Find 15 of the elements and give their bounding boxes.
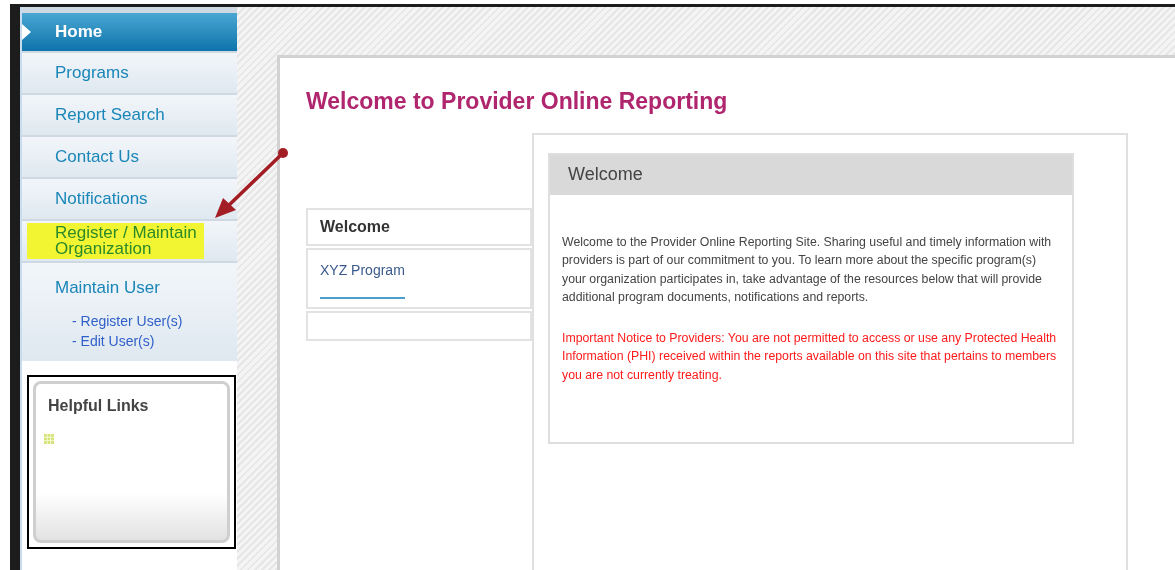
welcome-text: Welcome to the Provider Online Reporting Site. Sharing useful and timely information with providers is part of our commitment to you. To learn more about the specific program(s) your organization participates in, take advantage of the resources below that will provide additional program documents, notifications and reports. <box>562 233 1053 306</box>
nav-item[interactable]: Maintain User <box>55 278 160 297</box>
table-header: Welcome <box>306 207 532 246</box>
nav-item[interactable]: Contact Us <box>55 147 140 167</box>
program-link[interactable]: XYZ Program <box>320 259 405 299</box>
nav-item[interactable]: Register / Maintain Organization <box>27 223 204 259</box>
panel-title: Helpful Links <box>48 395 150 416</box>
sub-nav-link[interactable]: - Register User(s) <box>72 310 204 331</box>
sub-nav-link[interactable]: - Edit User(s) <box>72 330 204 351</box>
notice-text: Important Notice to Providers: You are not permitted to access or use any Protected Health Information (PHI) received within the reports available on this site that pertains to members you are not currently treating. <box>562 329 1058 384</box>
grid-icon <box>44 433 54 444</box>
nav-item[interactable]: Programs <box>55 63 129 83</box>
card-title: Welcome <box>550 154 1072 195</box>
nav-item[interactable]: Home <box>55 22 103 42</box>
page-title: Welcome to Provider Online Reporting <box>306 87 729 116</box>
